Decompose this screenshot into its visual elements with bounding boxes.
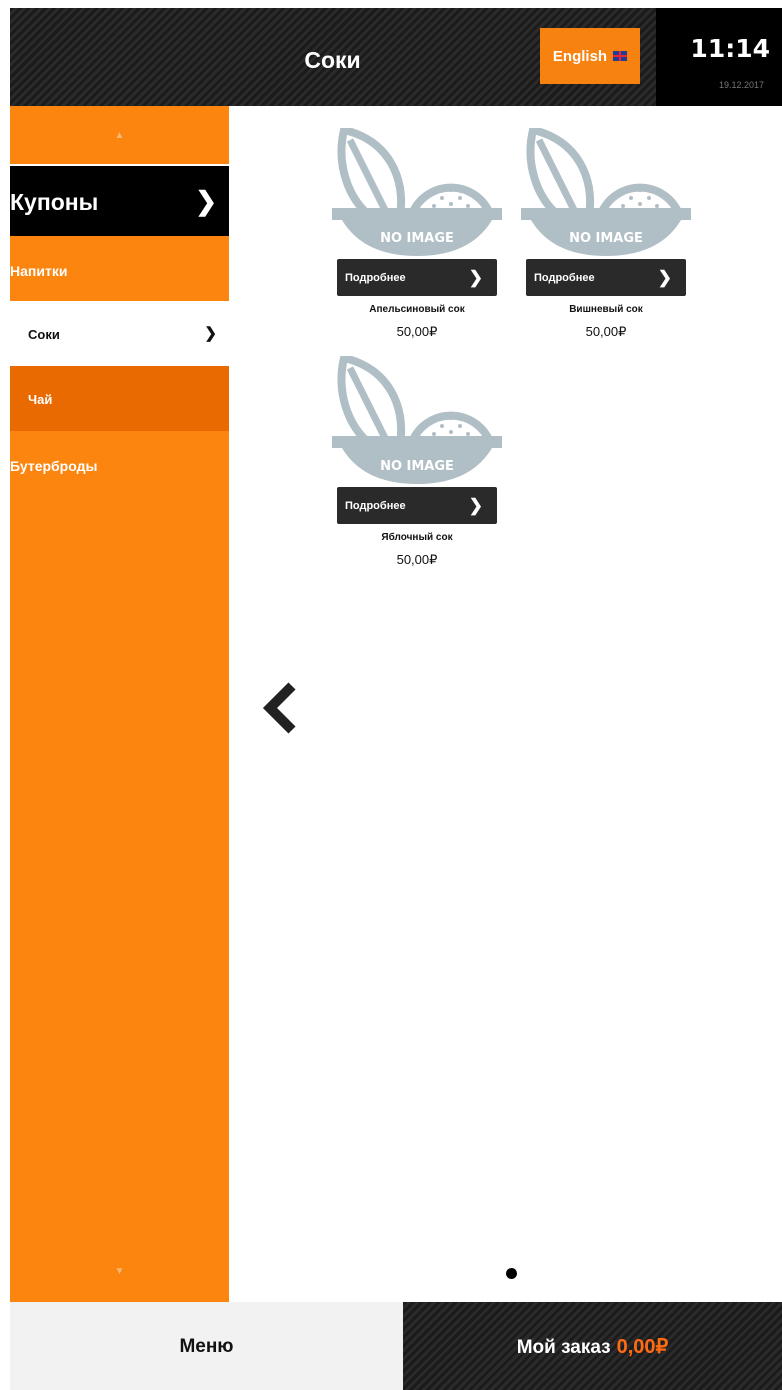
chevron-up-icon: ▲ (114, 130, 125, 141)
product-name: Вишневый сок (569, 304, 643, 315)
details-button-label: Подробнее (345, 272, 406, 284)
product-price: 50,00₽ (585, 324, 627, 339)
details-button[interactable]: Подробнее ❯ (526, 259, 686, 296)
clock-time: 11:14 (690, 34, 770, 63)
sidebar-scroll-down-button[interactable]: ▼ (10, 1244, 229, 1302)
pagination-dot[interactable] (506, 1268, 517, 1279)
chevron-down-icon: ▼ (114, 1266, 125, 1277)
header-bar: Соки English 11:14 19.12.2017 (10, 8, 782, 106)
product-card[interactable]: NO IMAGE Подробнее ❯ Апельсиновый сок 50… (330, 128, 502, 339)
menu-button[interactable]: Меню (10, 1302, 403, 1390)
sidebar-item-juices[interactable]: Соки ❯ (10, 301, 229, 366)
chevron-right-icon: ❯ (468, 268, 483, 287)
details-button[interactable]: Подробнее ❯ (337, 487, 497, 524)
sidebar-item-label: Бутерброды (10, 458, 98, 474)
my-order-button[interactable]: Мой заказ 0,00₽ (403, 1302, 782, 1390)
clock-panel: 11:14 19.12.2017 (656, 8, 782, 106)
sidebar-item-label: Купоны (10, 189, 99, 215)
no-image-label: NO IMAGE (380, 231, 454, 246)
chevron-right-icon: ❯ (657, 268, 672, 287)
product-price: 50,00₽ (396, 324, 438, 339)
previous-page-arrow-icon[interactable] (260, 680, 300, 736)
uk-flag-icon (613, 51, 628, 61)
chevron-right-icon: ❯ (195, 186, 217, 216)
no-image-label: NO IMAGE (380, 459, 454, 474)
product-price: 50,00₽ (396, 552, 438, 567)
sidebar-scroll-up-button[interactable]: ▲ (10, 106, 229, 164)
no-image-placeholder-icon: NO IMAGE (332, 128, 502, 256)
product-name: Яблочный сок (381, 532, 453, 543)
product-card[interactable]: NO IMAGE Подробнее ❯ Вишневый сок 50,00₽ (519, 128, 691, 339)
sidebar-item-tea[interactable]: Чай (10, 366, 229, 431)
details-button-label: Подробнее (534, 272, 595, 284)
menu-button-label: Меню (179, 1336, 234, 1357)
no-image-label: NO IMAGE (569, 231, 643, 246)
no-image-placeholder-icon: NO IMAGE (521, 128, 691, 256)
sidebar-item-drinks[interactable]: Напитки (10, 236, 229, 301)
language-button[interactable]: English (540, 28, 640, 84)
chevron-right-icon: ❯ (204, 325, 217, 342)
my-order-label: Мой заказ (516, 1337, 611, 1358)
sidebar-item-label: Чай (28, 392, 53, 407)
product-card[interactable]: NO IMAGE Подробнее ❯ Яблочный сок 50,00₽ (330, 356, 502, 567)
product-name: Апельсиновый сок (369, 304, 465, 315)
sidebar-item-coupons[interactable]: Купоны ❯ (10, 164, 229, 236)
kiosk-screen: Соки English 11:14 19.12.2017 ▲ Купоны ❯… (10, 8, 782, 1390)
no-image-placeholder-icon: NO IMAGE (332, 356, 502, 484)
clock-date: 19.12.2017 (718, 80, 764, 90)
details-button-label: Подробнее (345, 500, 406, 512)
sidebar-item-label: Напитки (10, 263, 68, 279)
details-button[interactable]: Подробнее ❯ (337, 259, 497, 296)
chevron-right-icon: ❯ (468, 496, 483, 515)
language-button-label: English (552, 47, 608, 65)
sidebar-item-label: Соки (28, 327, 60, 342)
category-sidebar: ▲ Купоны ❯ Напитки Соки ❯ Чай Бутерброды… (10, 106, 229, 1302)
order-total: 0,00₽ (616, 1336, 669, 1358)
sidebar-item-sandwiches[interactable]: Бутерброды (10, 431, 229, 496)
